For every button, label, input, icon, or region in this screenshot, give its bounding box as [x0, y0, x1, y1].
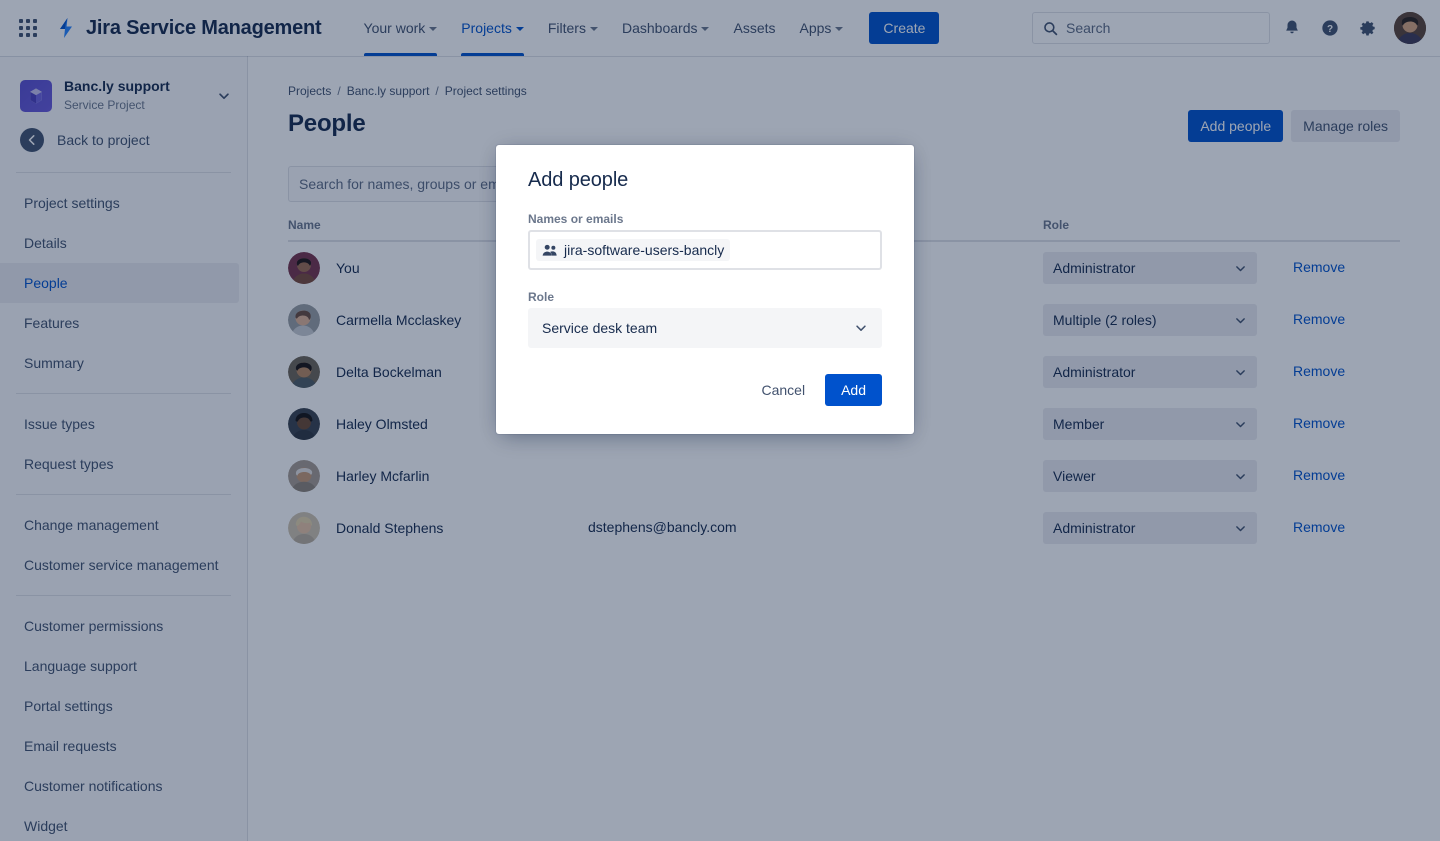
role-label: Role — [528, 290, 555, 304]
add-people-dialog: Add people Names or emails jira-software… — [496, 145, 914, 434]
dialog-title: Add people — [528, 169, 629, 191]
role-select-value: Service desk team — [542, 320, 658, 336]
role-select[interactable]: Service desk team — [528, 308, 882, 348]
dialog-actions: Cancel Add — [528, 374, 882, 406]
chevron-down-icon — [854, 321, 868, 335]
selected-group-chip[interactable]: jira-software-users-bancly — [536, 239, 731, 261]
names-or-emails-label: Names or emails — [528, 212, 624, 226]
cancel-button[interactable]: Cancel — [749, 374, 817, 406]
selected-group-label: jira-software-users-bancly — [564, 242, 725, 258]
people-group-icon — [542, 244, 558, 257]
app-root: Jira Service Management Your work Projec… — [0, 0, 1440, 841]
names-or-emails-input[interactable]: jira-software-users-bancly — [528, 230, 882, 270]
add-button[interactable]: Add — [825, 374, 882, 406]
